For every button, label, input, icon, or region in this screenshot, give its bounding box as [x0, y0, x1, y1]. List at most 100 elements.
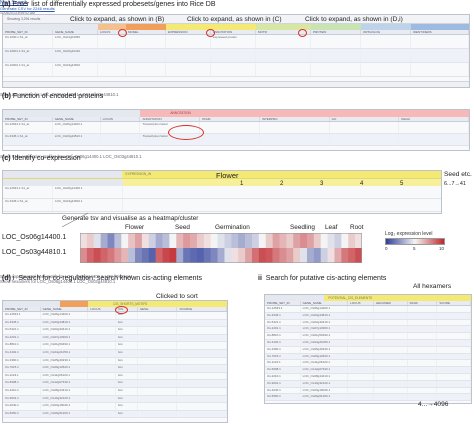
table-row[interactable]: Os.1123.1 LOC_Os11g06120.1 box [3, 372, 227, 381]
table-row[interactable]: Os.10002.1.S1_at LOC_Os03g44810 [3, 63, 469, 77]
table-row[interactable]: Os.5421.1 LOC_Os02g33410.1 box [3, 327, 227, 335]
table-cell [88, 319, 116, 327]
column-header[interactable]: ANNOTATION [211, 30, 256, 34]
table-row[interactable]: Os.9001.1 LOC_Os10g32120.1 box [3, 395, 227, 404]
table-cell [374, 326, 408, 333]
panel-c: (c) Identify co-expression Show RNA expr… [0, 154, 474, 274]
column-header[interactable]: PROTEIN [311, 30, 361, 34]
table-row[interactable]: Os.8810.1 LOC_Os01g50490.1 box [3, 342, 227, 350]
table-row[interactable]: Os.6698.1 LOC_Os12g07340.1 [265, 367, 471, 374]
column-header[interactable]: GO [330, 117, 400, 121]
table-row[interactable]: Os.2201.1 LOC_Os07g10300.1 box [3, 334, 227, 343]
table-row[interactable]: Os.3345.1.S1_at LOC_Os03g44810.1 [3, 199, 441, 212]
column-header[interactable]: EXPRESSION [166, 30, 211, 34]
table-row[interactable]: Os.12543.1 LOC_Os06g14400.1 box [3, 312, 227, 320]
callout-b: Click to expand, as shown in (B) [70, 16, 165, 23]
heatmap-cell [265, 233, 273, 248]
table-row[interactable]: Os.12543.1 LOC_Os06g14400.1 [265, 306, 471, 313]
column-header[interactable]: INTERPRO [260, 117, 330, 121]
table-row[interactable]: Os.2201.1 LOC_Os07g10300.1 [265, 326, 471, 334]
column-header[interactable]: SCORE [437, 301, 471, 305]
table-cell [437, 367, 471, 373]
table-row[interactable]: Os.5421.1 LOC_Os02g33410.1 [265, 319, 471, 327]
column-header[interactable]: ORTHOLOG [361, 30, 411, 34]
sort-column-icon[interactable] [115, 306, 128, 314]
column-header[interactable]: GENE_NAME [53, 30, 98, 34]
table-row[interactable]: Os.3345.1.S1_at LOC_Os03g44810.1 Transcrip… [3, 134, 470, 146]
table-row[interactable]: Os.3390.1 LOC_Os05g40230.1 [265, 346, 471, 354]
table-cell [311, 49, 361, 62]
table-row[interactable]: Os.1123.1 LOC_Os11g06120.1 [265, 360, 471, 368]
table-cell: Os.4040.1 [3, 403, 41, 410]
table-cell [437, 373, 471, 380]
table-cell [88, 312, 116, 319]
heat-gene-1: LOC_Os06g14400.1 [2, 234, 67, 241]
column-header[interactable]: PROBE_SET_ID [3, 117, 53, 121]
table-cell [399, 122, 470, 133]
expand-motif-icon[interactable] [298, 29, 307, 37]
table-row[interactable]: Os.2210.1 LOC_Os08g44410.1 [265, 373, 471, 381]
heatmap-cell [183, 233, 191, 248]
table-row[interactable]: Os.5050.1 LOC_Os06g51260.1 box [3, 410, 227, 419]
table-cell [177, 327, 227, 334]
table-cell [98, 49, 126, 62]
expand-annotation-icon[interactable] [118, 29, 127, 37]
column-header[interactable]: IDENTIFIERS [411, 30, 469, 34]
column-header[interactable]: PROBE_SET_ID [265, 301, 301, 305]
column-header[interactable]: GENE_NAME [41, 307, 89, 311]
table-row[interactable]: Os.4402.1 LOC_Os04g21050.1 box [3, 349, 227, 358]
table-row[interactable]: Os.10001.1.S1_at LOC_Os02g10410 [3, 49, 469, 63]
heatmap-cell [293, 233, 301, 248]
column-header[interactable]: GENE_NAME [53, 117, 101, 121]
heatmap-cell [327, 248, 335, 263]
table-row[interactable]: Os.1000.1.S1_at LOC_Os01g04360 expressed p… [3, 35, 469, 49]
column-header[interactable]: GENE_NAME [301, 301, 349, 305]
table-cell [408, 306, 438, 312]
column-header[interactable]: PFAM [200, 117, 260, 121]
heatmap-cell [245, 233, 253, 248]
table-cell [437, 353, 471, 360]
table-row[interactable]: Os.4402.1 LOC_Os04g21050.1 [265, 339, 471, 347]
table-cell [177, 357, 227, 365]
column-header[interactable]: MODEL [126, 30, 166, 34]
column-header[interactable]: SOURCE [177, 307, 227, 311]
stage-label: Root [350, 224, 364, 231]
column-header[interactable]: ANNOTATION [140, 117, 201, 121]
table-cell: Os.4402.1 [3, 349, 41, 357]
column-header[interactable]: PROBE_SET_ID [3, 30, 53, 34]
expand-expression-icon[interactable] [206, 29, 215, 37]
table-row[interactable]: Os.7015.1 LOC_Os09g12620.1 box [3, 365, 227, 373]
heatmap-cell [348, 248, 356, 263]
table-cell [348, 319, 374, 326]
table-row[interactable]: Os.4040.1 LOC_Os03g19040.1 [265, 387, 471, 395]
table-cell [408, 339, 438, 346]
table-cell [126, 35, 166, 48]
column-header[interactable]: LOCUS [88, 307, 116, 311]
column-header[interactable]: PROBE_SET_ID [3, 307, 41, 311]
table-row[interactable]: Os.6698.1 LOC_Os12g07340.1 box [3, 380, 227, 388]
heatmap-cell [203, 233, 211, 248]
table-row[interactable]: Os.9001.1 LOC_Os10g32120.1 [265, 380, 471, 388]
column-header[interactable]: HEXAMER [374, 301, 408, 305]
callout-d: Click to expand, as shown in (D,i) [305, 16, 403, 23]
table-row[interactable]: Os.8810.1 LOC_Os01g50490.1 [265, 333, 471, 340]
table-cell [88, 349, 116, 357]
table-row[interactable]: Os.12543.1.S1_at LOC_Os06g14400.1 Transcri… [3, 122, 470, 134]
table-row[interactable]: Os.4040.1 LOC_Os03g19040.1 box [3, 403, 227, 411]
column-header[interactable]: LOCUS [101, 117, 141, 121]
table-row[interactable]: Os.3390.1 LOC_Os05g40230.1 box [3, 357, 227, 366]
table-cell [411, 63, 469, 76]
table-row[interactable]: Os.2210.1 LOC_Os08g44410.1 box [3, 387, 227, 396]
table-row[interactable]: Os.3345.1 LOC_Os03g44810.1 [265, 312, 471, 320]
column-header[interactable]: KEGG [399, 117, 470, 121]
table-cell: LOC_Os02g10410 [53, 49, 98, 62]
table-row[interactable]: Os.7015.1 LOC_Os09g12620.1 [265, 353, 471, 361]
table-cell [101, 122, 141, 133]
column-header[interactable]: GENE [138, 307, 178, 311]
table-cell [126, 63, 166, 76]
column-header[interactable]: LOCUS [348, 301, 374, 305]
heatmap-cell [245, 248, 253, 263]
table-row[interactable]: Os.3345.1 LOC_Os03g44810.1 box [3, 319, 227, 328]
column-header[interactable]: RANK [408, 301, 438, 305]
heatmap-cell [148, 248, 156, 263]
